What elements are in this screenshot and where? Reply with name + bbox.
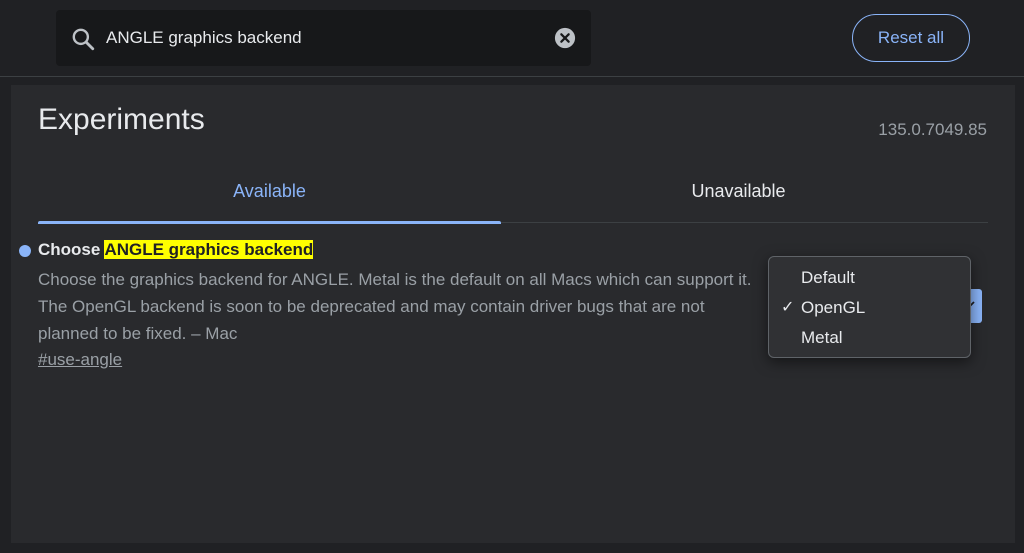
menu-item-metal[interactable]: Metal (769, 323, 970, 353)
clear-icon[interactable] (554, 27, 576, 49)
search-icon (72, 28, 95, 51)
page-title: Experiments (38, 103, 205, 136)
top-bar: Reset all (0, 0, 1024, 77)
check-icon: ✓ (781, 299, 795, 316)
menu-item-label: Metal (801, 328, 843, 347)
experiment-title: Choose ANGLE graphics backend (38, 240, 314, 260)
experiment-title-highlight: ANGLE graphics backend (104, 240, 314, 259)
experiment-permalink[interactable]: #use-angle (38, 350, 122, 370)
menu-item-label: Default (801, 268, 855, 287)
search-box[interactable] (56, 10, 591, 66)
experiment-description: Choose the graphics backend for ANGLE. M… (38, 270, 752, 343)
search-input[interactable] (106, 22, 546, 54)
reset-all-button[interactable]: Reset all (852, 14, 970, 62)
menu-item-label: OpenGL (801, 298, 866, 317)
backend-dropdown-menu: Default ✓ OpenGL Metal (768, 256, 971, 358)
tab-available[interactable]: Available (38, 173, 501, 224)
menu-item-opengl[interactable]: ✓ OpenGL (769, 293, 970, 323)
menu-item-default[interactable]: Default (769, 263, 970, 293)
experiment-title-prefix: Choose (38, 240, 105, 259)
modified-dot-icon (19, 245, 31, 257)
tab-unavailable[interactable]: Unavailable (507, 173, 970, 223)
tab-bar: Available Unavailable (38, 173, 988, 224)
version-label: 135.0.7049.85 (878, 120, 987, 139)
